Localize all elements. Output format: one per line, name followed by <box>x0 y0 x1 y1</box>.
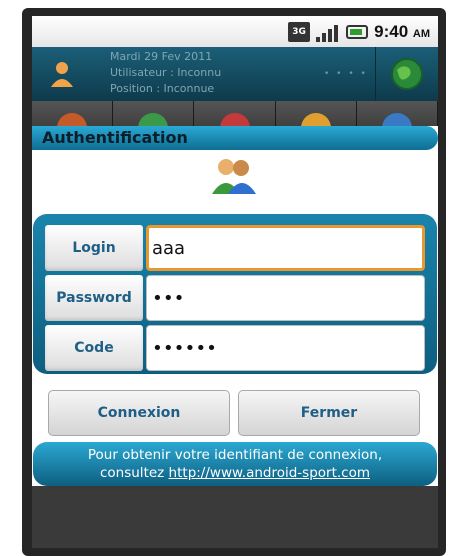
close-button[interactable]: Fermer <box>238 390 420 436</box>
header-info: Mardi 29 Fev 2011 Utilisateur : Inconnu … <box>110 49 221 97</box>
help-link[interactable]: http://www.android-sport.com <box>169 465 370 481</box>
code-row: Code •••••• <box>45 325 425 371</box>
battery-icon <box>346 24 369 39</box>
code-label: Code <box>45 325 143 371</box>
password-row: Password ••• <box>45 275 425 321</box>
user-icon[interactable] <box>32 47 92 101</box>
status-bar: 3G 9:40 AM <box>32 16 438 47</box>
login-row: Login aaa <box>45 225 425 271</box>
header-date: Mardi 29 Fev 2011 <box>110 50 213 63</box>
header-position: Position : Inconnue <box>110 82 215 95</box>
help-footer: Pour obtenir votre identifiant de connex… <box>33 442 437 486</box>
app-header: Mardi 29 Fev 2011 Utilisateur : Inconnu … <box>32 47 438 101</box>
help-text-line1: Pour obtenir votre identifiant de connex… <box>87 447 383 463</box>
loading-dots-icon: • • • • <box>324 69 368 79</box>
dialog-buttons: Connexion Fermer <box>48 390 422 436</box>
users-icon <box>206 156 260 196</box>
signal-icon <box>316 22 340 42</box>
login-label: Login <box>45 225 143 271</box>
dialog-title: Authentification <box>32 126 438 150</box>
password-input[interactable]: ••• <box>146 275 425 321</box>
help-text-line2: consultez http://www.android-sport.com <box>99 465 371 481</box>
status-time: 9:40 AM <box>374 21 430 41</box>
password-label: Password <box>45 275 143 321</box>
device-screen: 3G 9:40 AM Mardi 29 Fev 2011 Utilisateur… <box>32 16 438 548</box>
connect-button[interactable]: Connexion <box>48 390 230 436</box>
globe-icon[interactable] <box>375 47 438 101</box>
3g-icon: 3G <box>288 21 311 42</box>
login-input[interactable]: aaa <box>146 225 425 271</box>
header-user: Utilisateur : Inconnu <box>110 66 222 79</box>
code-input[interactable]: •••••• <box>146 325 425 371</box>
login-form: Login aaa Password ••• Code •••••• <box>33 214 437 374</box>
auth-dialog: Authentification Login aaa Password ••• … <box>32 126 438 486</box>
background-area <box>32 486 438 548</box>
